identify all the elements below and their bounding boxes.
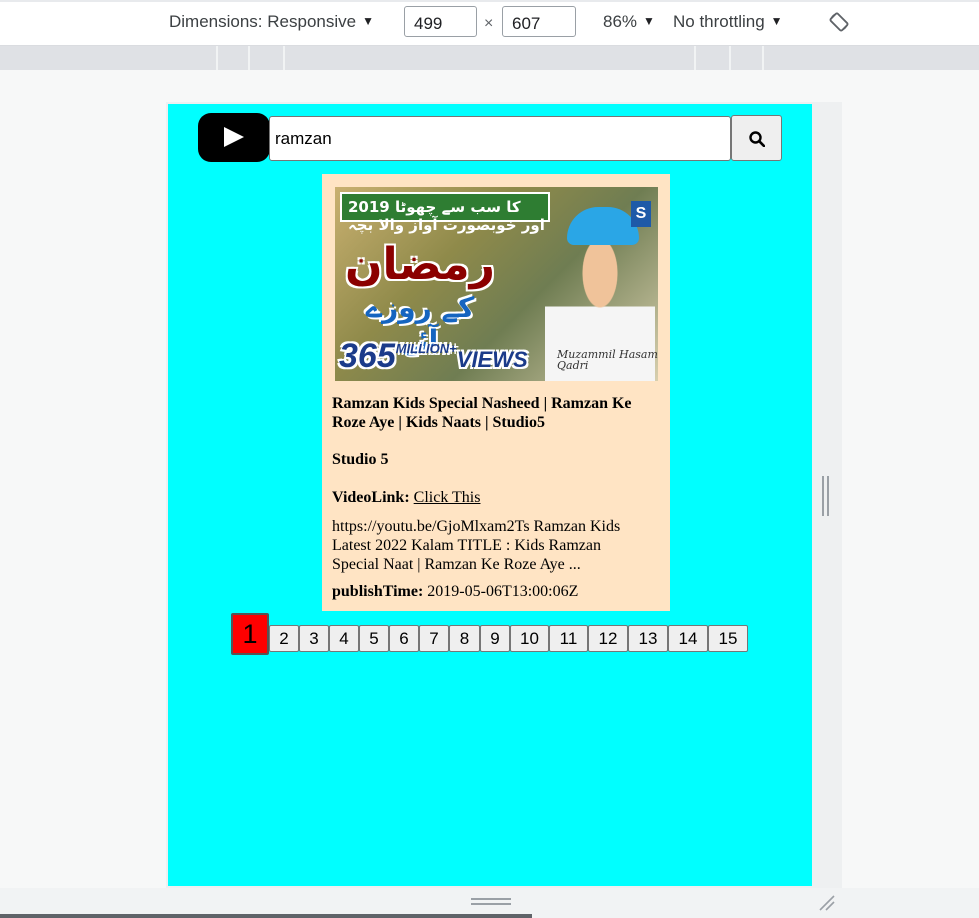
dimensions-label: Dimensions: Responsive [169,12,357,31]
page-button[interactable]: 2 [269,625,299,652]
page-button[interactable]: 7 [419,625,449,652]
dropdown-arrow-icon: ▼ [643,14,655,28]
page-button[interactable]: 9 [480,625,510,652]
channel-name: Studio 5 [332,451,389,468]
thumbnail-signature: Muzammil Hasam Qadri [557,348,658,372]
studio5-logo: S [631,201,651,227]
publish-time-value: 2019-05-06T13:00:06Z [427,583,579,600]
views-word: VIEWS [456,347,528,372]
grip-line [471,898,511,900]
page-button[interactable]: 10 [510,625,549,652]
height-input[interactable] [502,6,576,37]
page-button[interactable]: 5 [359,625,389,652]
thumbnail-title: رمضان [344,239,495,290]
ruler-divider [216,46,218,70]
media-query-ruler [0,46,979,70]
zoom-label: 86% [603,12,638,31]
page-button-active[interactable]: 1 [231,613,269,655]
publish-time-row: publishTime: 2019-05-06T13:00:06Z [332,583,578,601]
video-link-label: VideoLink: [332,489,410,506]
ruler-divider [694,46,696,70]
youtube-play-icon [224,127,244,147]
throttling-dropdown[interactable]: No throttling ▼ [673,12,783,32]
toolbar-top-border [0,0,979,2]
publish-time-label: publishTime: [332,583,424,600]
video-title: Ramzan Kids Special Nasheed | Ramzan Ke … [332,395,632,431]
thumbnail-views: 365MILLION+VIEWS [339,337,528,376]
bottom-divider [0,914,532,918]
ruler-divider [248,46,250,70]
times-separator: × [484,15,494,32]
page-button[interactable]: 12 [588,625,628,652]
page-button[interactable]: 3 [299,625,329,652]
zoom-dropdown[interactable]: 86% ▼ [603,12,655,32]
magnifier-icon [749,131,765,147]
throttling-label: No throttling [673,12,765,31]
page-button[interactable]: 8 [449,625,480,652]
ruler-divider [729,46,731,70]
video-card: 2019 کا سب سے چھوٹا اور خوبصورت آواز وال… [322,174,670,611]
grip-line [471,903,511,905]
ruler-divider [283,46,285,70]
video-description: https://youtu.be/GjoMlxam2Ts Ramzan Kids… [332,518,621,573]
dropdown-arrow-icon: ▼ [362,14,374,28]
search-input[interactable] [269,116,731,161]
search-button[interactable] [731,115,782,161]
page-button[interactable]: 13 [628,625,668,652]
page-button[interactable]: 15 [708,625,748,652]
thumbnail-banner: 2019 کا سب سے چھوٹا اور خوبصورت آواز وال… [340,192,550,234]
video-link-row: VideoLink: Click This [332,489,480,507]
emulated-viewport: 2019 کا سب سے چھوٹا اور خوبصورت آواز وال… [168,104,812,886]
resize-corner-icon[interactable] [818,894,836,912]
grip-line [822,476,824,516]
views-million: MILLION+ [395,341,457,356]
youtube-logo[interactable] [198,113,270,162]
dimensions-dropdown[interactable]: Dimensions: Responsive ▼ [169,12,374,32]
thumbnail-cap [567,207,639,245]
resize-handle-right[interactable] [822,476,830,516]
page-button[interactable]: 6 [389,625,419,652]
views-number: 365 [339,337,396,375]
dropdown-arrow-icon: ▼ [770,14,783,28]
ruler-divider [762,46,764,70]
video-link[interactable]: Click This [414,489,481,506]
video-thumbnail[interactable]: 2019 کا سب سے چھوٹا اور خوبصورت آواز وال… [335,187,658,381]
devtools-device-toolbar: Dimensions: Responsive ▼ × 86% ▼ No thrott… [0,0,979,46]
width-input[interactable] [404,6,477,37]
page-button[interactable]: 4 [329,625,359,652]
rotate-icon[interactable] [828,11,850,33]
page-button[interactable]: 14 [668,625,708,652]
resize-handle-bottom[interactable] [471,898,511,906]
page-button[interactable]: 11 [549,625,588,652]
grip-line [827,476,829,516]
